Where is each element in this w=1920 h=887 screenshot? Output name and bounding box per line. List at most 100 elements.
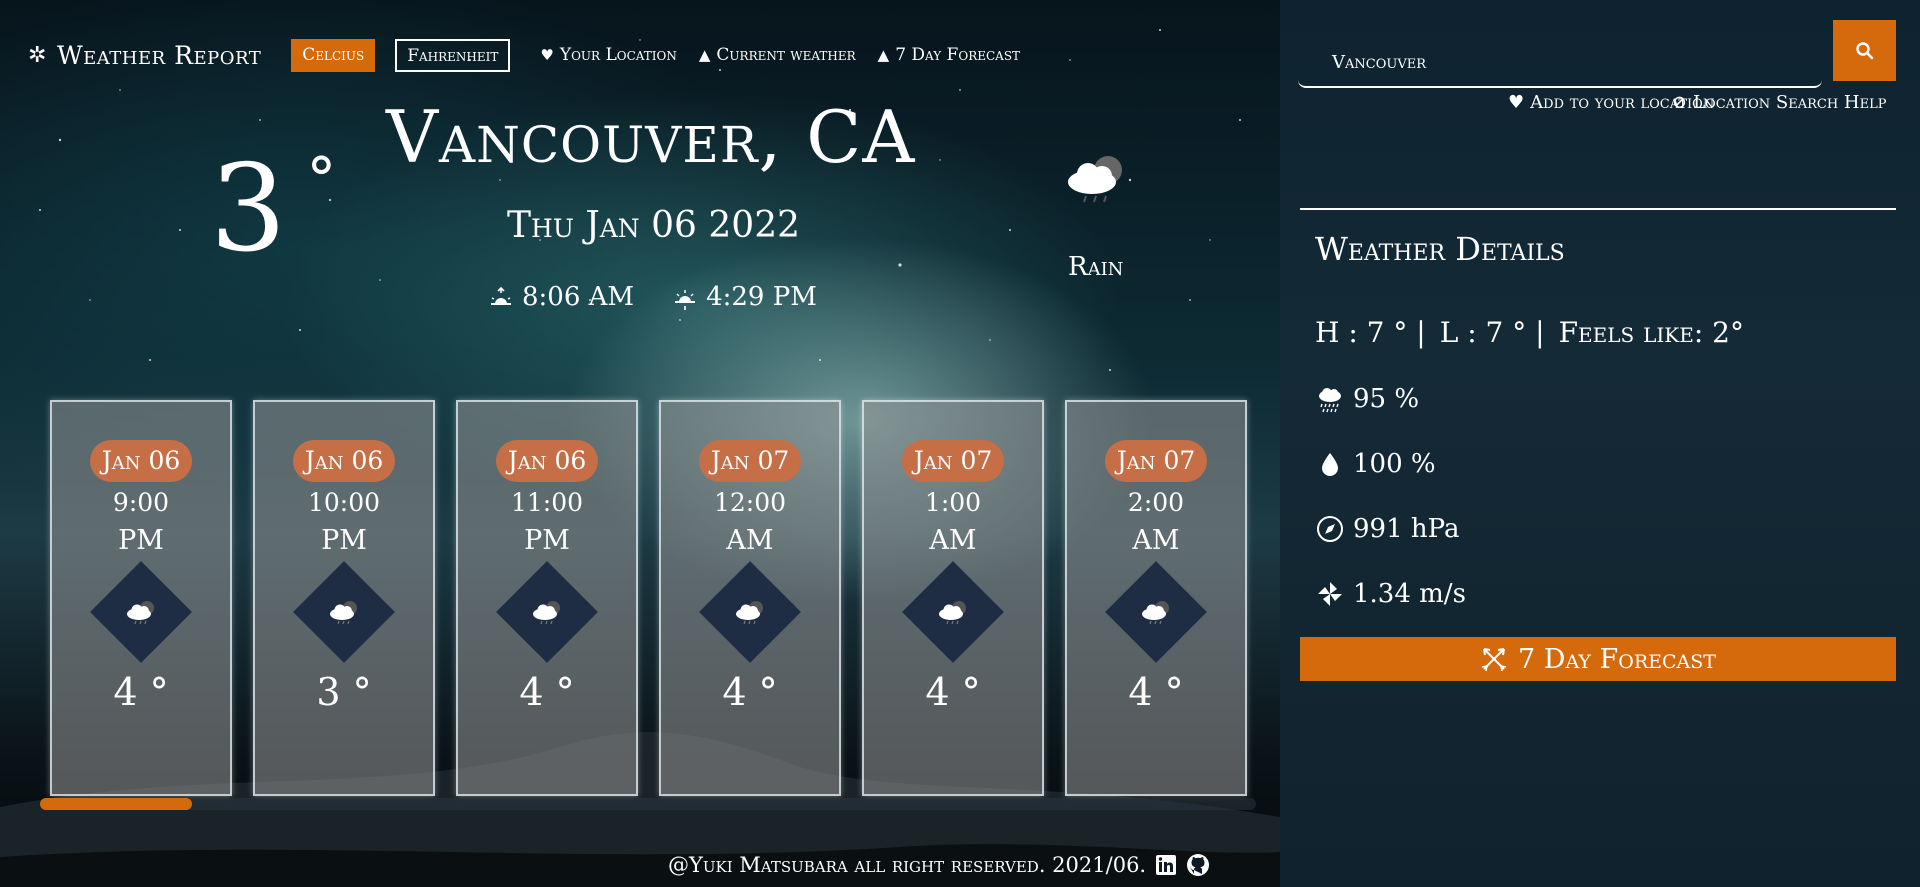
rain-cloud-icon (1068, 156, 1122, 203)
precipitation-value: 95 % (1353, 384, 1420, 414)
hourly-date: Jan 06 (292, 440, 396, 482)
sunrise-time: 8:06 AM (522, 282, 635, 312)
crossed-arrows-icon (1481, 648, 1507, 672)
hourly-temp: 4 ° (113, 670, 169, 714)
feels-like: Feels like: 2° (1558, 316, 1744, 349)
sunset-icon (675, 290, 696, 310)
current-temp-value: 3 (210, 140, 287, 279)
linkedin-icon[interactable] (1154, 853, 1178, 877)
nav-your-location[interactable]: ♥ Your Location (540, 45, 676, 65)
hourly-temp: 4 ° (722, 670, 778, 714)
location-search-help-link[interactable]: ⊘ Location Search Help (1672, 92, 1886, 113)
top-nav: ✲ Weather Report Celcius Fahrenheit ♥ Yo… (28, 38, 1042, 72)
sunrise: 8:06 AM (488, 282, 634, 312)
gear-icon: ✲ (28, 42, 47, 68)
humidity-value: 100 % (1353, 449, 1436, 479)
degree-symbol: ° (306, 145, 337, 215)
wind-value: 1.34 m/s (1353, 579, 1466, 609)
current-date: Thu Jan 06 2022 (507, 205, 800, 246)
compass-icon (1317, 516, 1343, 542)
hourly-time: 2:00 (1127, 488, 1185, 517)
sunset-time: 4:29 PM (706, 282, 817, 312)
hourly-temp: 3 ° (316, 670, 372, 714)
divider (1300, 208, 1896, 210)
hourly-card: Jan 06 11:00 PM 4 ° (456, 400, 638, 796)
hourly-time: 11:00 (510, 488, 584, 517)
high-low-row: H : 7 ° | L : 7 ° | Feels like: 2° (1315, 316, 1744, 349)
hourly-ampm: PM (321, 525, 367, 556)
humidity-row: 100 % (1315, 449, 1436, 479)
sidebar: Vancouver ♥ Add to your location ⊘ Locat… (1280, 0, 1920, 887)
pressure-row: 991 hPa (1315, 514, 1459, 544)
sun-times: 8:06 AM 4:29 PM (488, 282, 817, 312)
rain-cloud-icon (533, 601, 560, 625)
hourly-date: Jan 06 (89, 440, 193, 482)
hourly-card: Jan 06 9:00 PM 4 ° (50, 400, 232, 796)
weather-details-title: Weather Details (1315, 230, 1565, 268)
search-input[interactable]: Vancouver (1298, 20, 1822, 88)
footer: @Yuki Matsubara all right reserved. 2021… (668, 853, 1210, 877)
low-temp: L : 7 ° | (1439, 316, 1545, 349)
hourly-ampm: PM (118, 525, 164, 556)
search-help-label: Location Search Help (1693, 92, 1887, 113)
search-icon (1855, 41, 1873, 59)
brand[interactable]: ✲ Weather Report (28, 41, 261, 70)
hourly-date: Jan 07 (698, 440, 802, 482)
rain-icon (1319, 388, 1341, 413)
brand-title: Weather Report (56, 40, 262, 70)
hourly-date: Jan 06 (495, 440, 599, 482)
help-icon: ⊘ (1672, 92, 1688, 113)
fahrenheit-button[interactable]: Fahrenheit (395, 38, 511, 72)
condition-label: Rain (1068, 252, 1124, 282)
hourly-weather-icon-bg (1105, 561, 1207, 663)
precipitation-row: 95 % (1315, 384, 1419, 414)
hourly-time: 10:00 (307, 488, 381, 517)
hourly-weather-icon-bg (90, 561, 192, 663)
nav-current-weather[interactable]: ▲ Current weather (699, 45, 856, 65)
sunset: 4:29 PM (672, 282, 817, 312)
tree-icon: ▲ (698, 46, 711, 64)
hourly-weather-icon-bg (496, 561, 598, 663)
search-button[interactable] (1833, 20, 1896, 81)
hourly-card: Jan 07 1:00 AM 4 ° (862, 400, 1044, 796)
github-icon[interactable] (1186, 853, 1210, 877)
hourly-card: Jan 06 10:00 PM 3 ° (253, 400, 435, 796)
hourly-temp: 4 ° (1128, 670, 1184, 714)
hourly-weather-icon-bg (293, 561, 395, 663)
forecast-button-label: 7 Day Forecast (1518, 643, 1716, 675)
heart-icon: ♥ (540, 46, 554, 64)
nav-link-label: Your Location (559, 45, 677, 65)
nav-link-label: 7 Day Forecast (895, 45, 1021, 65)
celsius-button[interactable]: Celcius (291, 38, 376, 72)
rain-cloud-icon (330, 601, 357, 625)
nav-link-label: Current weather (716, 45, 856, 65)
hourly-temp: 4 ° (925, 670, 981, 714)
copyright-text: @Yuki Matsubara all right reserved. 2021… (668, 853, 1147, 877)
hourly-ampm: PM (524, 525, 570, 556)
scrollbar-thumb[interactable] (40, 798, 192, 810)
heart-icon: ♥ (1508, 92, 1525, 113)
hourly-time: 12:00 (713, 488, 787, 517)
wind-row: 1.34 m/s (1315, 579, 1466, 609)
rain-cloud-icon (736, 601, 763, 625)
seven-day-forecast-button[interactable]: 7 Day Forecast (1300, 637, 1896, 681)
hourly-ampm: AM (726, 525, 774, 556)
hourly-temp: 4 ° (519, 670, 575, 714)
hourly-scrollbar[interactable] (40, 798, 1256, 810)
rain-cloud-icon (127, 601, 154, 625)
hourly-weather-icon-bg (902, 561, 1004, 663)
sunrise-icon (491, 286, 511, 305)
hourly-weather-icon-bg (699, 561, 801, 663)
rain-cloud-icon (1142, 601, 1169, 625)
hourly-ampm: AM (929, 525, 977, 556)
current-temperature: 3 ° (210, 150, 336, 270)
droplet-icon (1322, 453, 1338, 476)
hourly-card: Jan 07 12:00 AM 4 ° (659, 400, 841, 796)
pressure-value: 991 hPa (1353, 514, 1460, 544)
hourly-date: Jan 07 (1104, 440, 1208, 482)
city-name: Vancouver, CA (386, 95, 916, 179)
tree-icon: ▲ (877, 46, 890, 64)
nav-7-day-forecast[interactable]: ▲ 7 Day Forecast (878, 45, 1020, 65)
hourly-date: Jan 07 (901, 440, 1005, 482)
hourly-forecast-list: Jan 06 9:00 PM 4 ° Jan 06 10:00 PM 3 ° J… (50, 400, 1247, 796)
